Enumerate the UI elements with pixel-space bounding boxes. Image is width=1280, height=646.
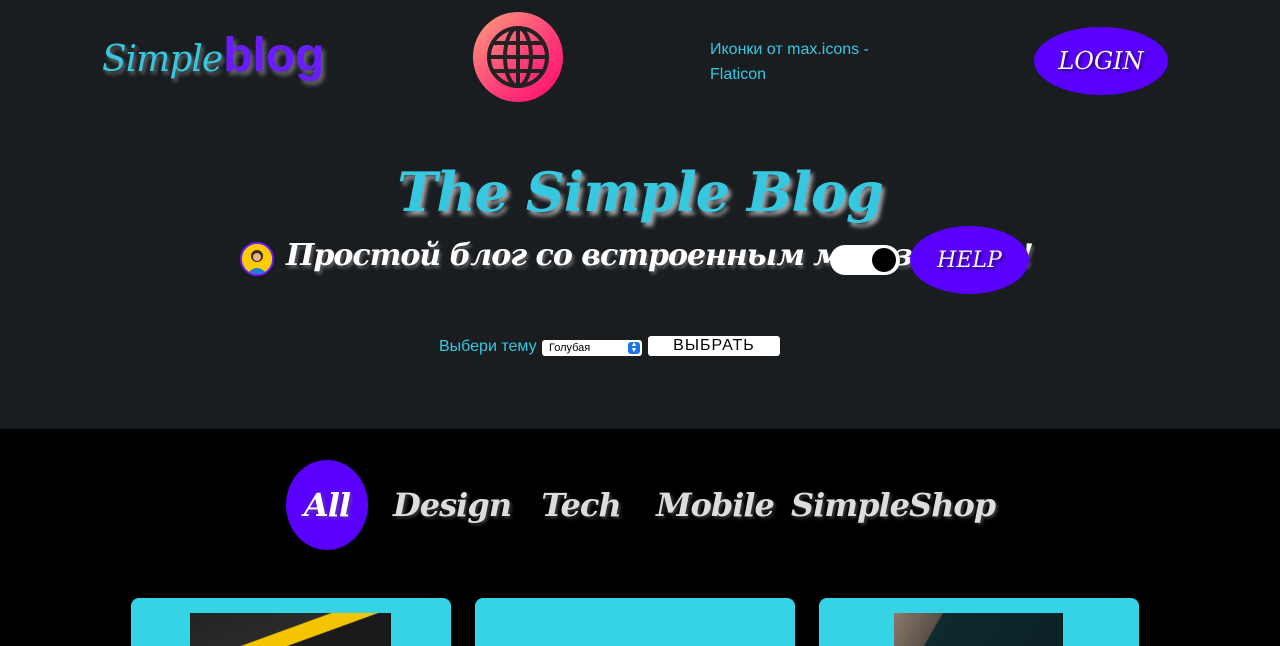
toggle-knob (872, 248, 896, 272)
icon-credit-link[interactable]: Иконки от max.icons - Flaticon (710, 37, 910, 87)
help-button[interactable]: HELP (910, 226, 1029, 294)
tab-design[interactable]: Design (393, 460, 512, 550)
logo-blog-text: blog (223, 29, 325, 82)
logo-simple-text: Simple (102, 39, 223, 80)
select-arrows-icon: ▲ ▼ (628, 341, 640, 354)
header: Simple blog Иконки от max.icons - Flatic… (0, 0, 1280, 429)
post-card[interactable] (475, 598, 795, 646)
login-button[interactable]: LOGIN (1034, 27, 1168, 95)
theme-toggle[interactable] (830, 245, 900, 275)
logo[interactable]: Simple blog (102, 28, 324, 92)
tab-mobile[interactable]: Mobile (656, 460, 775, 550)
theme-select-value: Голубая (549, 342, 591, 354)
page-title: The Simple Blog (397, 160, 884, 224)
post-card-image (190, 613, 391, 646)
post-card[interactable] (131, 598, 451, 646)
theme-label: Выбери тему (439, 338, 537, 355)
globe-icon (473, 12, 563, 102)
tab-all[interactable]: All (286, 460, 368, 550)
theme-select[interactable]: Голубая ▲ ▼ (542, 340, 642, 356)
category-tabs: All Design Tech Mobile SimpleShop (0, 460, 1280, 550)
post-card-image (894, 613, 1063, 646)
tab-tech[interactable]: Tech (541, 460, 621, 550)
avatar (240, 242, 274, 276)
tab-simpleshop[interactable]: SimpleShop (791, 460, 996, 550)
choose-theme-button[interactable]: ВЫБРАТЬ (648, 336, 780, 356)
post-card[interactable] (819, 598, 1139, 646)
